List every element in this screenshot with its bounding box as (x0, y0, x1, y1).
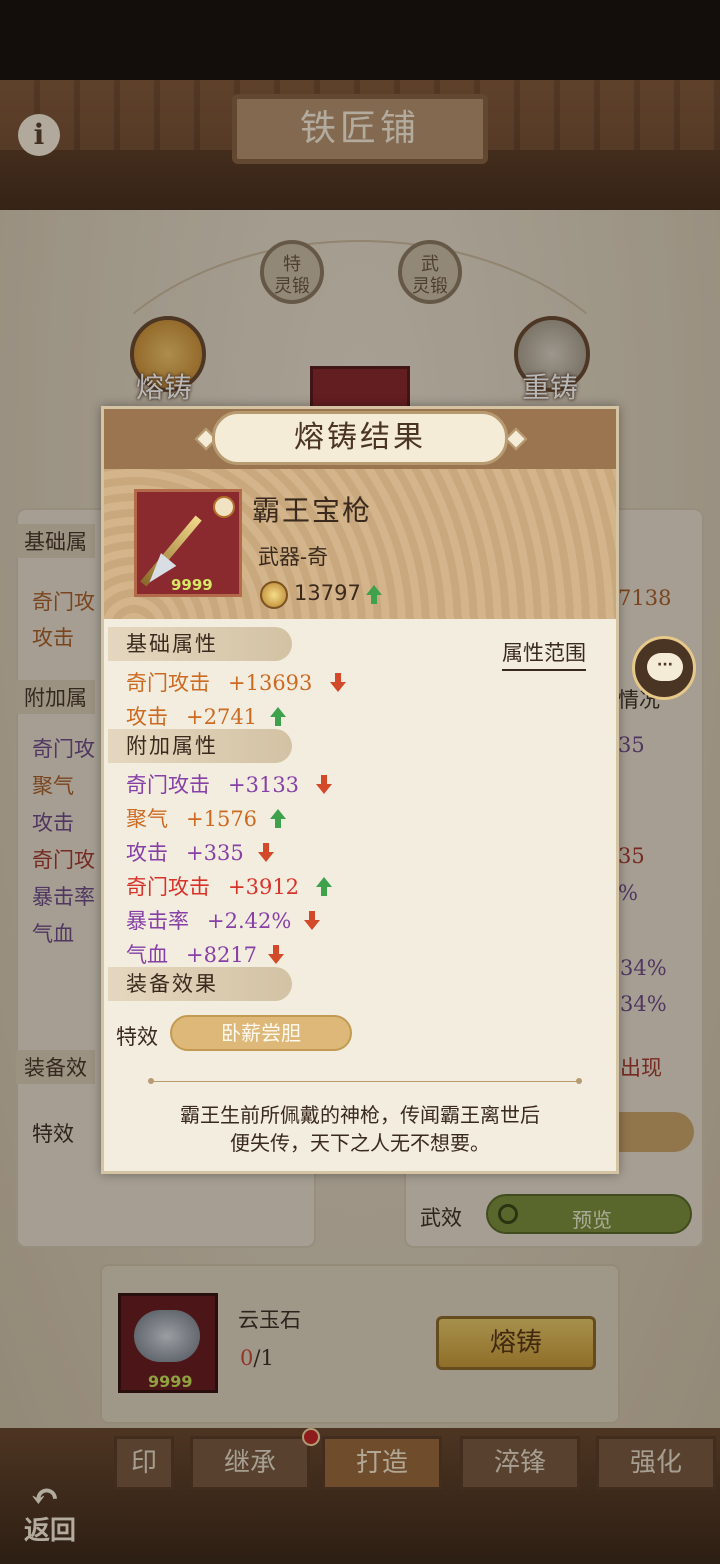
item-name: 霸王宝枪 (252, 494, 373, 527)
item-description: 霸王生前所佩戴的神枪，传闻霸王离世后 便失传，天下之人无不想要。 (134, 1101, 586, 1157)
description-line: 便失传，天下之人无不想要。 (230, 1131, 490, 1155)
attr-name: 气血 (126, 943, 168, 967)
item-power: 13797 (294, 581, 361, 605)
attr-name: 暴击率 (126, 909, 189, 933)
item-type: 武器-奇 (258, 545, 329, 569)
attr-value: +335 (186, 841, 244, 865)
attr-row: 聚气 +1576 (126, 803, 257, 833)
trend-up-icon (316, 877, 332, 897)
attr-row: 暴击率 +2.42% (126, 905, 291, 935)
attr-row: 奇门攻击 +13693 (126, 667, 312, 697)
modal-title: 熔铸结果 (212, 411, 508, 465)
title-ornament-right (504, 427, 528, 451)
attr-name: 奇门攻击 (126, 773, 210, 797)
item-summary: 9999 霸王宝枪 武器-奇 13797 (104, 469, 616, 619)
special-effect-pill[interactable]: 卧薪尝胆 (170, 1015, 352, 1051)
attr-value: +13693 (228, 671, 313, 695)
power-value: 13797 (294, 581, 361, 605)
attr-value: +3912 (228, 875, 300, 899)
item-stack: 9999 (171, 576, 213, 594)
description-line: 霸王生前所佩戴的神枪，传闻霸王离世后 (180, 1103, 540, 1127)
attr-value: +8217 (186, 943, 258, 967)
chat-bubble-icon: ··· (647, 653, 683, 681)
divider (152, 1081, 578, 1082)
attr-row: 气血 +8217 (126, 939, 257, 969)
attr-row: 攻击 +2741 (126, 701, 257, 731)
trend-up-icon (366, 585, 382, 605)
extra-attrs-header: 附加属性 (108, 729, 292, 763)
attr-value: +2741 (186, 705, 258, 729)
quality-badge-icon (213, 496, 235, 518)
attr-value: +2.42% (207, 909, 292, 933)
attr-value: +1576 (186, 807, 258, 831)
effects-header: 装备效果 (108, 967, 292, 1001)
attr-row: 奇门攻击 +3133 (126, 769, 299, 799)
trend-up-icon (270, 809, 286, 829)
attr-row: 奇门攻击 +3912 (126, 871, 299, 901)
trend-up-icon (270, 707, 286, 727)
attr-name: 奇门攻击 (126, 671, 210, 695)
attr-name: 攻击 (126, 841, 168, 865)
item-icon-slot[interactable]: 9999 (134, 489, 242, 597)
trend-down-icon (316, 775, 332, 795)
divider-dot (576, 1078, 582, 1084)
chat-button[interactable]: ··· (632, 636, 696, 700)
attr-name: 聚气 (126, 807, 168, 831)
attribute-range-link[interactable]: 属性范围 (502, 637, 586, 671)
attr-value: +3133 (228, 773, 300, 797)
trend-down-icon (330, 673, 346, 693)
attr-name: 奇门攻击 (126, 875, 210, 899)
modal-header: 熔铸结果 (104, 409, 616, 469)
trend-down-icon (304, 911, 320, 931)
attr-row: 攻击 +335 (126, 837, 244, 867)
fusion-result-modal: 熔铸结果 9999 霸王宝枪 武器-奇 13797 属性范围 基础属性 奇门攻击… (101, 406, 619, 1174)
trend-down-icon (268, 945, 284, 965)
power-icon (260, 581, 288, 609)
trend-down-icon (258, 843, 274, 863)
attr-name: 攻击 (126, 705, 168, 729)
basic-attrs-header: 基础属性 (108, 627, 292, 661)
special-effect-label: 特效 (116, 1025, 158, 1049)
